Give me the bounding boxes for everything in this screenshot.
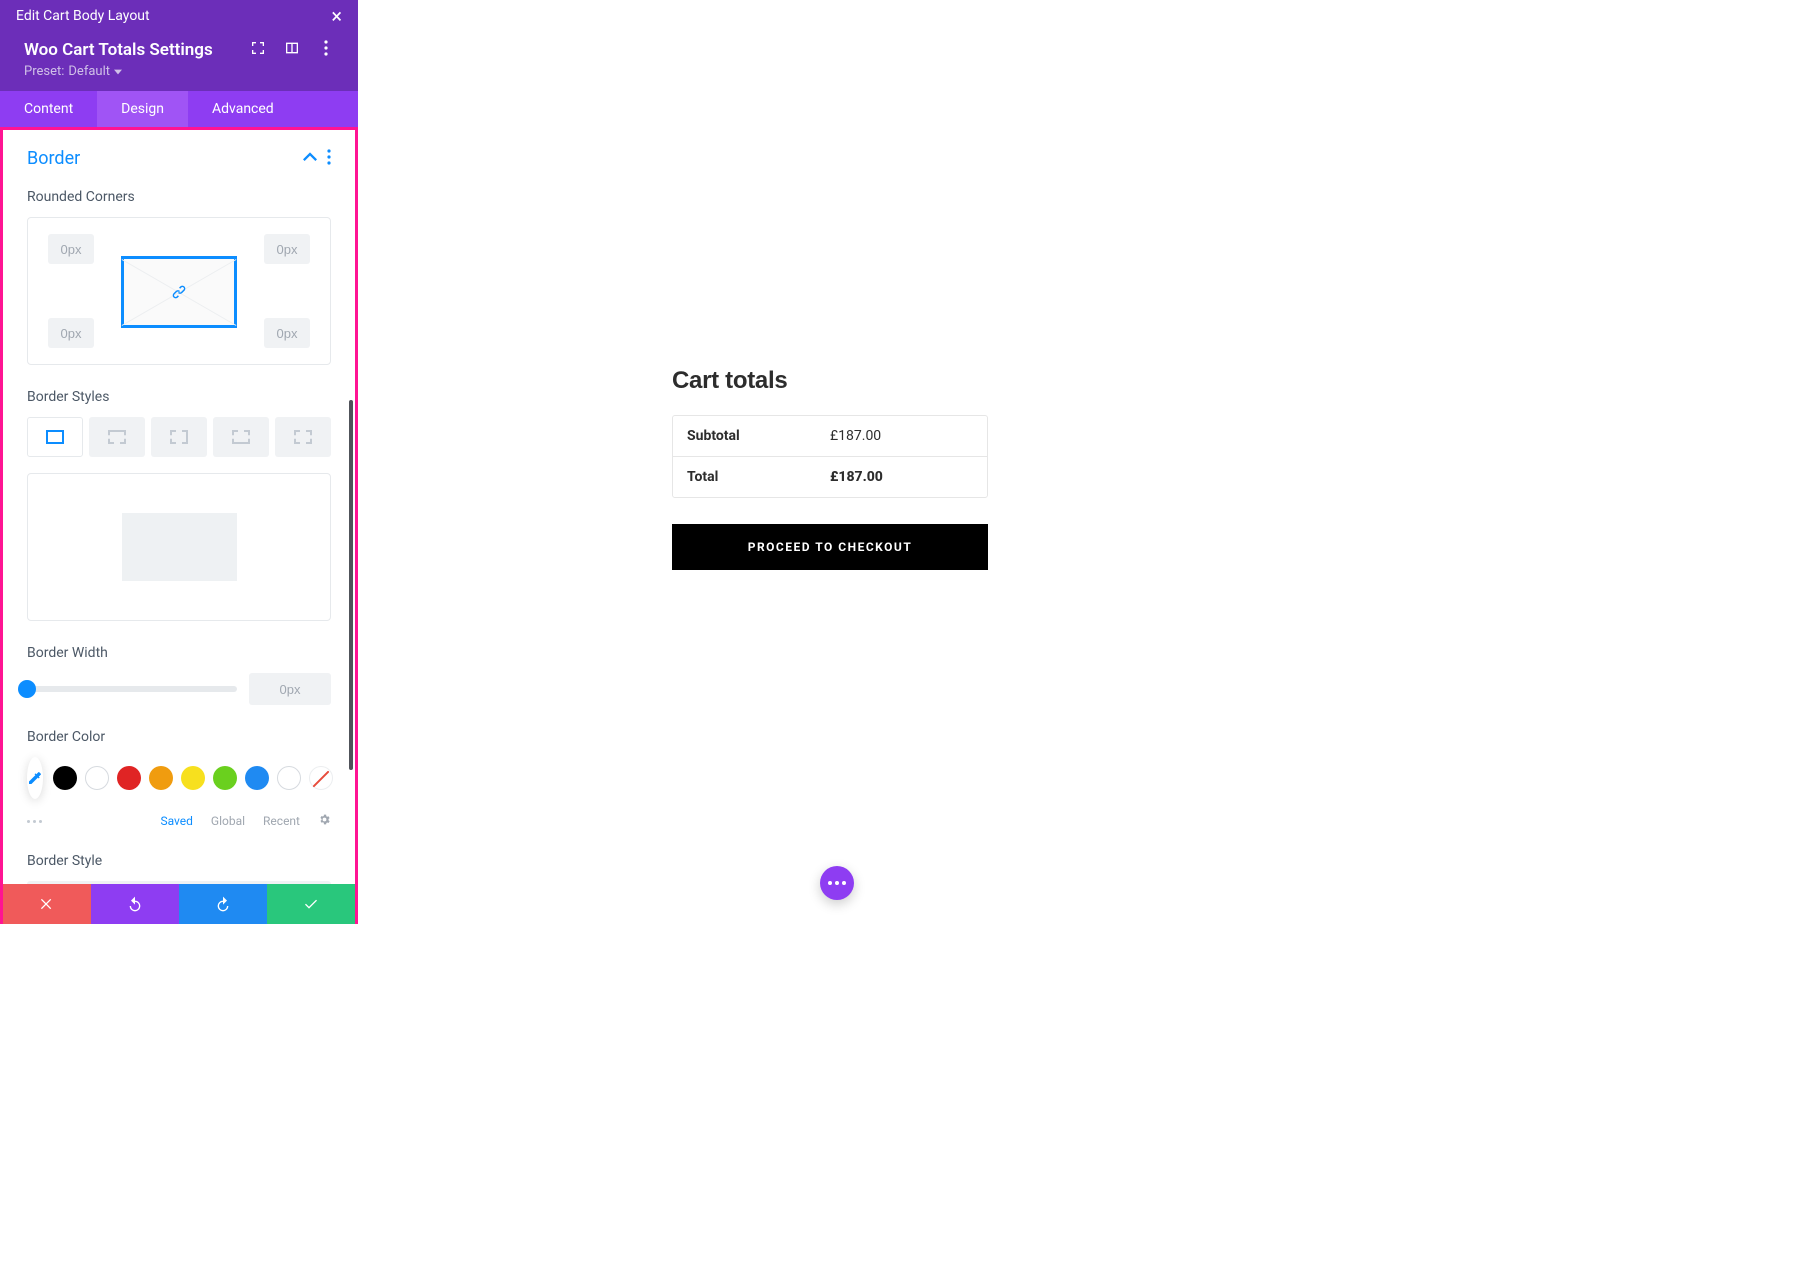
- border-style-bottom[interactable]: [213, 417, 269, 457]
- corner-bottom-right-input[interactable]: [264, 318, 310, 348]
- module-title: Woo Cart Totals Settings: [24, 40, 213, 60]
- columns-icon[interactable]: [284, 40, 300, 60]
- border-style-left[interactable]: [275, 417, 331, 457]
- gear-icon[interactable]: [318, 813, 331, 829]
- kebab-icon[interactable]: [327, 149, 331, 169]
- settings-header: Woo Cart Totals Settings Preset: Default: [0, 32, 358, 91]
- border-style-select-label: Border Style: [27, 853, 331, 869]
- subtotal-label: Subtotal: [687, 428, 830, 444]
- palette-recent[interactable]: Recent: [263, 814, 300, 828]
- eyedropper-icon[interactable]: [27, 757, 43, 799]
- checkout-button[interactable]: PROCEED TO CHECKOUT: [672, 524, 988, 570]
- kebab-icon[interactable]: [318, 40, 334, 60]
- rounded-corners-control: [27, 217, 331, 365]
- cart-totals-table: Subtotal £187.00 Total £187.00: [672, 415, 988, 498]
- tab-design[interactable]: Design: [97, 91, 188, 127]
- border-style-all[interactable]: [27, 417, 83, 457]
- border-width-label: Border Width: [27, 645, 331, 661]
- border-preview: [27, 473, 331, 621]
- border-preview-inner: [122, 513, 237, 581]
- color-swatch-white2[interactable]: [277, 766, 301, 790]
- border-color-label: Border Color: [27, 729, 331, 745]
- close-icon[interactable]: ×: [331, 6, 342, 26]
- total-label: Total: [687, 469, 830, 485]
- corner-bottom-left-input[interactable]: [48, 318, 94, 348]
- corner-top-right-input[interactable]: [264, 234, 310, 264]
- border-styles-picker: [27, 417, 331, 457]
- border-width-slider[interactable]: [27, 686, 237, 692]
- color-swatch-none[interactable]: [309, 766, 333, 790]
- table-row: Total £187.00: [673, 456, 987, 497]
- cart-totals-module: Cart totals Subtotal £187.00 Total £187.…: [672, 367, 988, 684]
- palette-global[interactable]: Global: [211, 814, 245, 828]
- preview-canvas: Cart totals Subtotal £187.00 Total £187.…: [358, 127, 1302, 924]
- border-style-select[interactable]: Solid: [27, 881, 331, 884]
- table-row: Subtotal £187.00: [673, 416, 987, 456]
- border-styles-label: Border Styles: [27, 389, 331, 405]
- tab-content[interactable]: Content: [0, 91, 97, 127]
- subtotal-value: £187.00: [830, 428, 881, 444]
- panel-title: Edit Cart Body Layout: [16, 8, 150, 24]
- settings-tabs: Content Design Advanced: [0, 91, 358, 127]
- section-title: Border: [27, 148, 80, 169]
- panel-titlebar: Edit Cart Body Layout ×: [0, 0, 358, 32]
- rounded-corners-label: Rounded Corners: [27, 189, 331, 205]
- color-swatch-white[interactable]: [85, 766, 109, 790]
- action-bar: [3, 884, 355, 924]
- scrollbar[interactable]: [349, 400, 353, 770]
- total-value: £187.00: [830, 469, 883, 485]
- border-style-top[interactable]: [89, 417, 145, 457]
- color-swatches: [27, 757, 331, 799]
- preset-selector[interactable]: Preset: Default: [24, 64, 334, 79]
- slider-thumb[interactable]: [18, 680, 36, 698]
- save-button[interactable]: [267, 884, 355, 924]
- color-swatch-red[interactable]: [117, 766, 141, 790]
- corner-top-left-input[interactable]: [48, 234, 94, 264]
- discard-button[interactable]: [3, 884, 91, 924]
- settings-sidebar: Border Rounded Corners Borde: [0, 127, 358, 924]
- redo-button[interactable]: [179, 884, 267, 924]
- fab-more-icon[interactable]: [820, 866, 854, 900]
- color-swatch-yellow[interactable]: [181, 766, 205, 790]
- palette-tabs: Saved Global Recent: [27, 813, 331, 829]
- palette-more-icon[interactable]: [27, 820, 42, 823]
- tab-advanced[interactable]: Advanced: [188, 91, 298, 127]
- undo-button[interactable]: [91, 884, 179, 924]
- palette-saved[interactable]: Saved: [160, 814, 192, 828]
- color-swatch-orange[interactable]: [149, 766, 173, 790]
- border-style-right[interactable]: [151, 417, 207, 457]
- color-swatch-blue[interactable]: [245, 766, 269, 790]
- color-swatch-green[interactable]: [213, 766, 237, 790]
- border-width-input[interactable]: [249, 673, 331, 705]
- cart-totals-title: Cart totals: [672, 367, 988, 395]
- expand-icon[interactable]: [250, 40, 266, 60]
- chevron-up-icon[interactable]: [303, 150, 317, 168]
- link-corners-toggle[interactable]: [121, 256, 237, 328]
- color-swatch-black[interactable]: [53, 766, 77, 790]
